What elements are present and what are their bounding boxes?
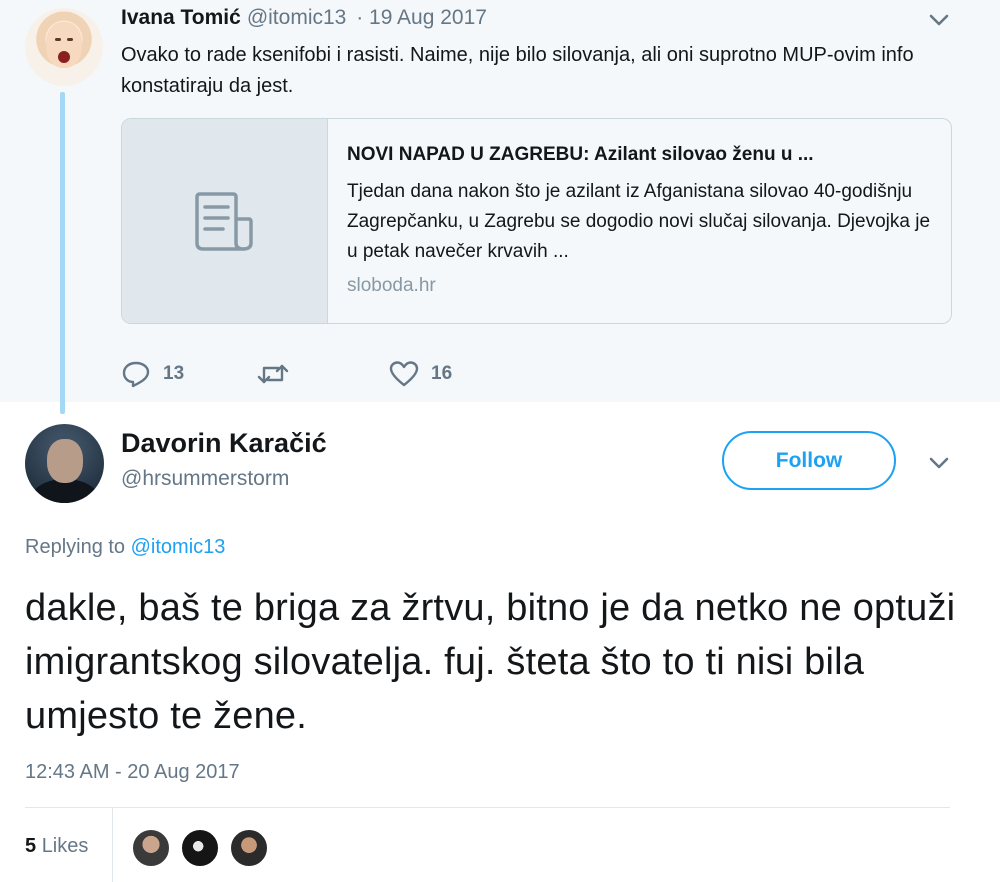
- mention-link[interactable]: @itomic13: [131, 536, 226, 558]
- chevron-down-icon[interactable]: [925, 6, 953, 34]
- parent-tweet[interactable]: Ivana Tomić @itomic13 · 19 Aug 2017 Ovako…: [0, 0, 1000, 414]
- divider: [112, 808, 113, 882]
- author-name[interactable]: Ivana Tomić: [121, 6, 241, 29]
- likes-label: Likes: [41, 835, 89, 857]
- avatar-eye: [67, 38, 73, 41]
- liker-avatar[interactable]: [131, 828, 171, 868]
- likes-count: 5: [25, 835, 37, 857]
- follow-button[interactable]: Follow: [722, 431, 896, 490]
- avatar-eye: [55, 38, 61, 41]
- document-icon: [195, 192, 253, 251]
- author-name[interactable]: Davorin Karačić: [121, 428, 327, 459]
- avatar[interactable]: [25, 424, 104, 503]
- chevron-down-icon[interactable]: [925, 449, 953, 477]
- reply-button[interactable]: 13: [121, 358, 184, 390]
- tweet-timestamp[interactable]: 12:43 AM - 20 Aug 2017: [25, 761, 240, 784]
- card-thumbnail: [122, 119, 328, 323]
- author-handle[interactable]: @itomic13: [247, 6, 347, 29]
- likes-stat[interactable]: 5 Likes: [25, 835, 88, 858]
- replying-prefix: Replying to: [25, 536, 131, 558]
- tweet-text: dakle, baš te briga za žrtvu, bitno je d…: [25, 587, 956, 737]
- liker-avatar[interactable]: [180, 828, 220, 868]
- reply-icon: [122, 361, 150, 388]
- avatar[interactable]: [25, 8, 103, 86]
- tweet-date[interactable]: · 19 Aug 2017: [356, 6, 487, 29]
- tweet-text: Ovako to rade ksenifobi i rasisti. Naime…: [121, 44, 914, 97]
- retweet-button[interactable]: [256, 358, 302, 390]
- avatar-head: [47, 439, 83, 483]
- liker-avatar[interactable]: [229, 828, 269, 868]
- divider: [25, 807, 950, 808]
- card-domain: sloboda.hr: [347, 275, 436, 296]
- avatar-mouth: [58, 51, 70, 63]
- card-description: Tjedan dana nakon što je azilant iz Afga…: [347, 181, 931, 262]
- reply-count: 13: [163, 363, 185, 384]
- like-button[interactable]: 16: [389, 358, 452, 390]
- author-handle[interactable]: @hrsummerstorm: [121, 467, 289, 491]
- retweet-icon: [257, 364, 289, 384]
- card-title: NOVI NAPAD U ZAGREBU: Azilant silovao že…: [347, 144, 814, 165]
- like-count: 16: [431, 363, 453, 384]
- thread-connector-line: [60, 92, 65, 414]
- replying-to: Replying to @itomic13: [25, 536, 225, 559]
- link-card[interactable]: NOVI NAPAD U ZAGREBU: Azilant silovao že…: [121, 118, 952, 324]
- author-line: Ivana Tomić @itomic13 · 19 Aug 2017: [121, 6, 487, 30]
- heart-icon: [389, 361, 419, 387]
